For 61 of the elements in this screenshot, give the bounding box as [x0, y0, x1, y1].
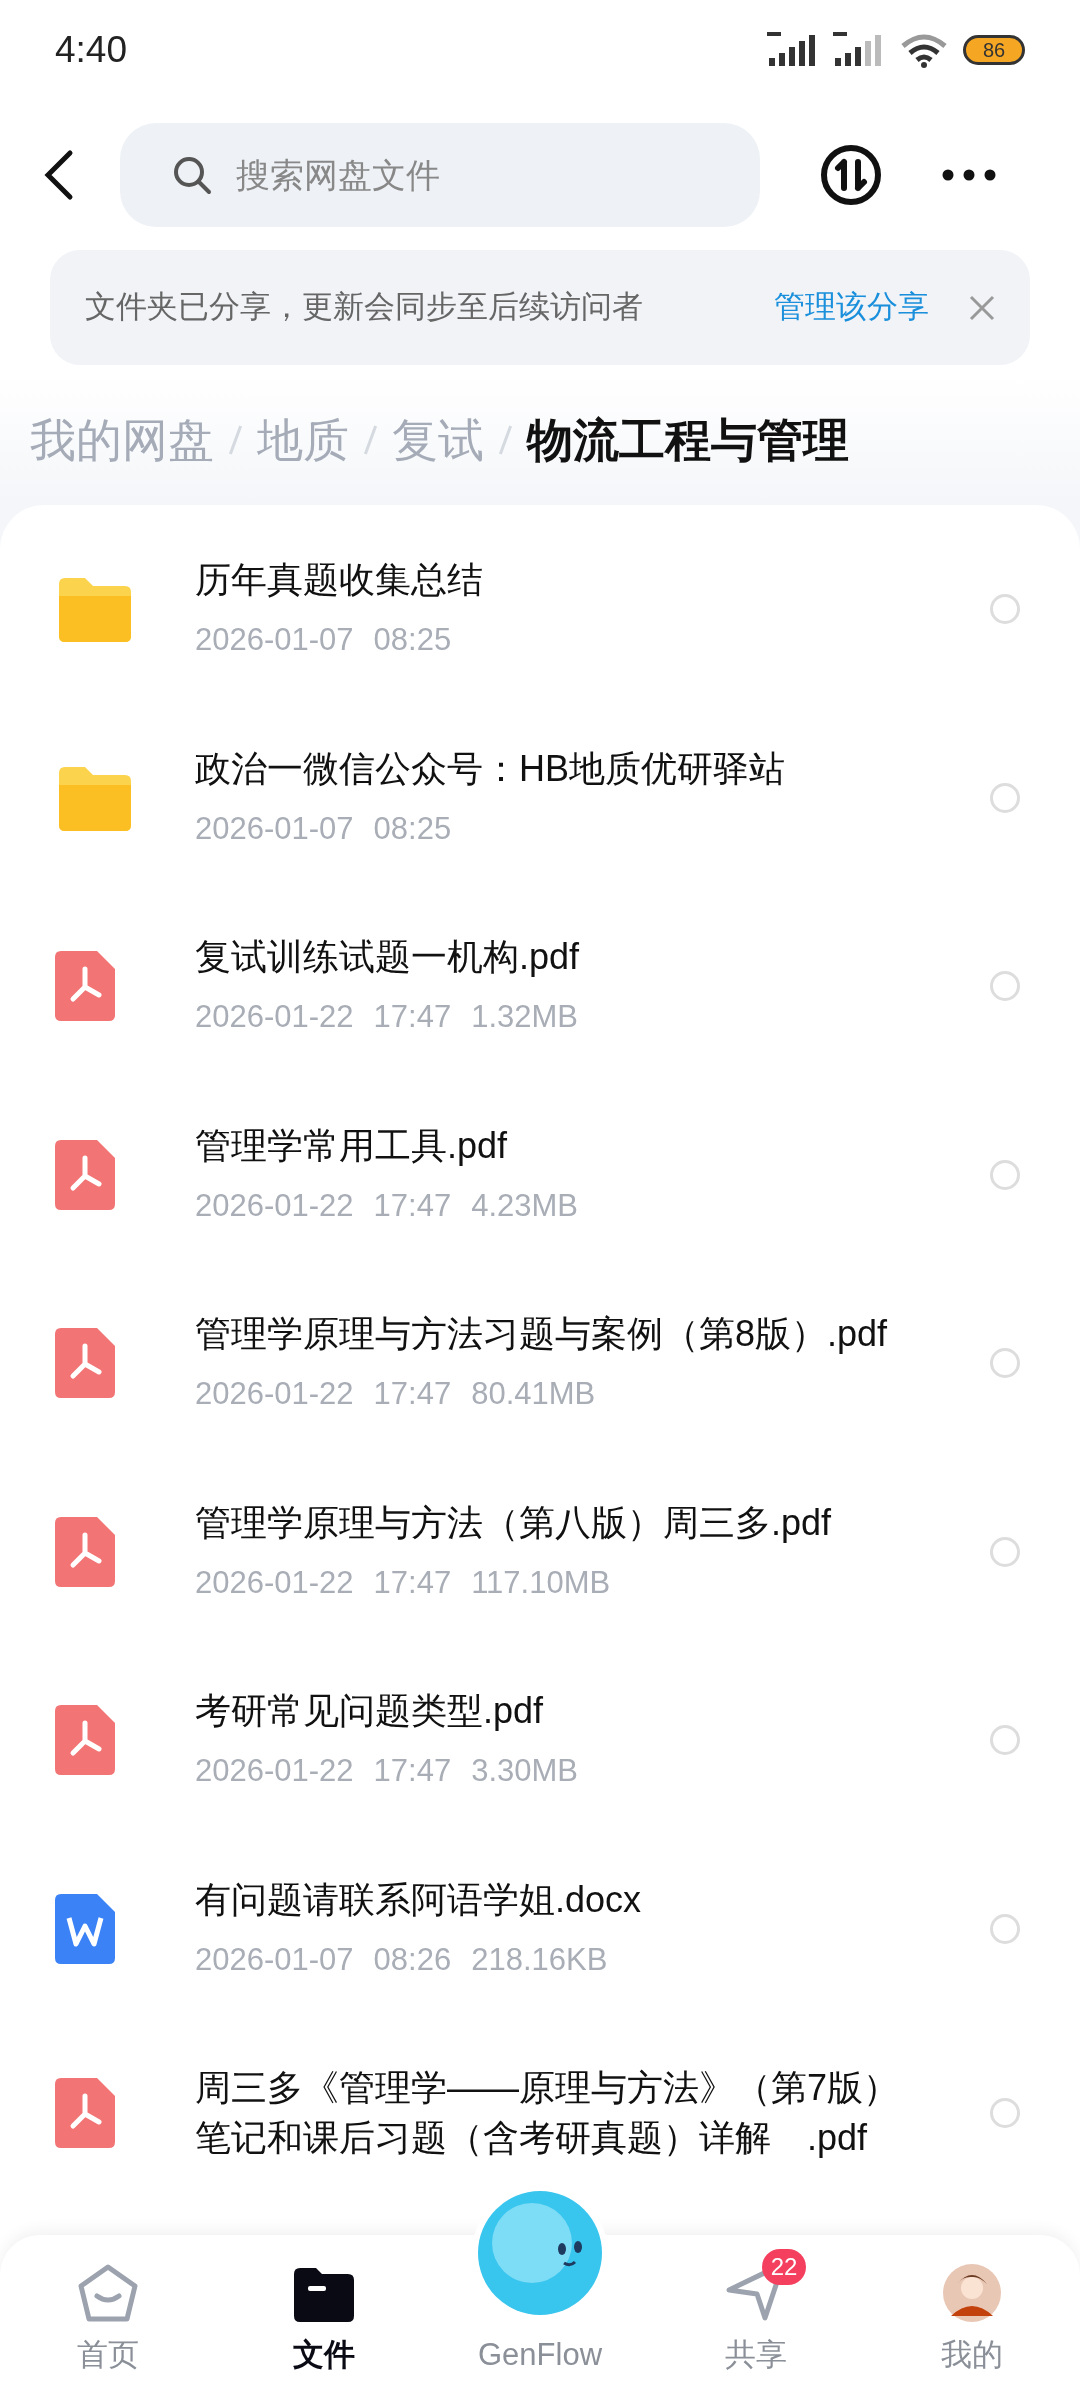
pdf-file-icon: [55, 1516, 115, 1587]
file-meta: 2026-01-22: [195, 1375, 354, 1413]
nav-tab[interactable]: 文件: [293, 2265, 355, 2378]
select-radio[interactable]: [990, 1725, 1020, 1756]
file-meta: 08:25: [373, 809, 452, 848]
file-meta: 2026-01-22: [195, 998, 354, 1036]
blob-mascot-icon: [478, 2191, 602, 2315]
pdf-file-icon: [55, 1705, 115, 1776]
select-radio[interactable]: [990, 1159, 1020, 1190]
file-meta: 4.23MB: [471, 1186, 578, 1225]
search-icon: [172, 155, 212, 195]
status-time: 4:40: [55, 28, 127, 73]
pdf-file-icon: [55, 2078, 115, 2148]
select-radio[interactable]: [990, 1348, 1020, 1379]
select-radio[interactable]: [990, 2098, 1020, 2128]
file-meta: 08:26: [373, 1940, 452, 1979]
share-notice: 文件夹已分享，更新会同步至后续访问者: [85, 288, 644, 327]
file-meta: 2026-01-07: [195, 809, 354, 848]
file-meta: 2026-01-07: [195, 1940, 354, 1979]
search-field[interactable]: 搜索网盘文件: [120, 123, 760, 227]
pdf-file-icon: [55, 951, 115, 1022]
file-name[interactable]: 复试训练试题一机构.pdf: [195, 932, 900, 982]
select-radio[interactable]: [990, 971, 1020, 1002]
file-meta: 2026-01-22: [195, 1563, 354, 1602]
file-name[interactable]: 管理学原理与方法习题与案例（第8版）.pdf: [195, 1309, 900, 1359]
breadcrumb-item[interactable]: 物流工程与管理: [527, 405, 849, 475]
select-radio[interactable]: [990, 782, 1020, 813]
file-meta: 2026-01-07: [195, 621, 354, 659]
file-meta: 17:47: [373, 1186, 452, 1225]
file-meta: 117.10MB: [471, 1563, 611, 1602]
file-meta: 3.30MB: [471, 1752, 578, 1790]
file-name[interactable]: 管理学原理与方法（第八版）周三多.pdf: [195, 1497, 900, 1548]
file-name[interactable]: 政治一微信公众号：HB地质优研驿站: [195, 743, 900, 794]
close-icon[interactable]: [969, 294, 995, 321]
file-meta: 17:47: [373, 1752, 452, 1790]
wifi-icon: [899, 32, 949, 68]
file-name[interactable]: 管理学常用工具.pdf: [195, 1120, 900, 1171]
file-meta: 1.32MB: [471, 998, 578, 1036]
file-meta: 2026-01-22: [195, 1752, 354, 1790]
file-meta: 218.16KB: [471, 1940, 608, 1979]
pdf-file-icon: [55, 1328, 115, 1399]
pdf-file-icon: [55, 1139, 115, 1210]
file-meta: 17:47: [373, 998, 452, 1036]
select-radio[interactable]: [990, 594, 1020, 625]
select-radio[interactable]: [990, 1536, 1020, 1567]
file-meta: 80.41MB: [471, 1375, 596, 1413]
file-meta: 17:47: [373, 1375, 452, 1413]
home-icon: [77, 2263, 139, 2322]
file-name[interactable]: 考研常见问题类型.pdf: [195, 1686, 900, 1736]
word-file-icon: [55, 1893, 115, 1964]
file-meta: 08:25: [373, 621, 452, 659]
battery-icon: 86: [963, 35, 1025, 65]
file-meta: 2026-01-22: [195, 1186, 354, 1225]
file-name[interactable]: 有问题请联系阿语学姐.docx: [195, 1874, 900, 1925]
file-name[interactable]: 周三多《管理学——原理与方法》（第7版）笔记和课后习题（含考研真题）详解 .pdf: [195, 2063, 900, 2163]
more-icon[interactable]: [942, 169, 996, 181]
transfer-icon[interactable]: [820, 144, 882, 206]
file-meta: 17:47: [373, 1563, 452, 1602]
avatar-icon: [943, 2263, 1001, 2322]
select-radio[interactable]: [990, 1913, 1020, 1944]
file-name[interactable]: 历年真题收集总结: [195, 555, 900, 605]
